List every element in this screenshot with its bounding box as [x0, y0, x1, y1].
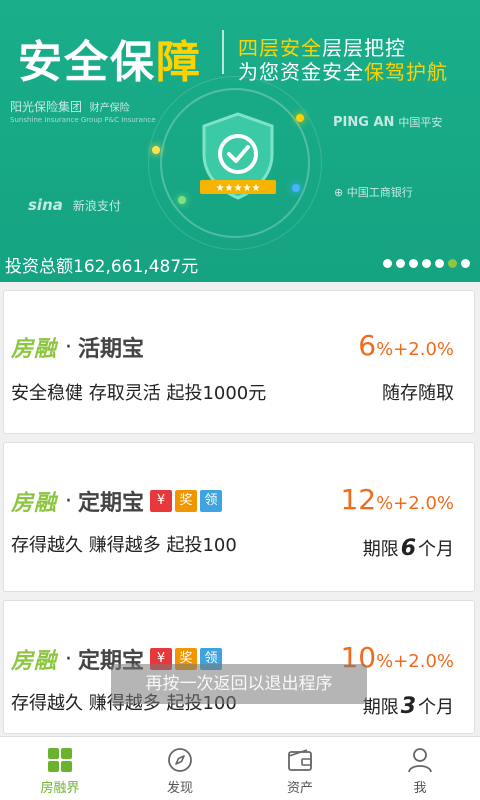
carousel-dot[interactable] [409, 259, 418, 268]
carousel-dot[interactable] [435, 259, 444, 268]
decor-glow-dot [152, 146, 160, 154]
nav-label: 发现 [166, 781, 193, 796]
product-name: 活期宝 [78, 337, 145, 362]
sina-pay-logo: sina 新浪支付 [28, 196, 121, 214]
interest-rate: 6%+2.0% [358, 329, 454, 362]
pingan-logo: PING AN 中国平安 [333, 115, 443, 130]
interest-rate: 12%+2.0% [340, 483, 454, 516]
banner-title: 安全保障 [18, 37, 202, 88]
promo-banner[interactable]: 安全保障 四层安全层层把控 为您资金安全保驾护航 阳光保险集团 财产保险 Sun… [0, 0, 480, 282]
carousel-dot[interactable] [448, 259, 457, 268]
investment-total: 投资总额162,661,487元 [5, 257, 199, 277]
nav-tab-home[interactable]: 房融界 [0, 737, 120, 800]
brand-name: 房融 [11, 649, 58, 674]
banner-divider [222, 30, 224, 74]
nav-label: 房融界 [40, 781, 80, 796]
decor-glow-dot [296, 114, 304, 122]
product-name: 定期宝 [78, 491, 145, 516]
claim-tag: 领 [200, 490, 223, 512]
product-title: 房融 · 活期宝 [11, 331, 144, 363]
nav-tab-assets[interactable]: 资产 [240, 737, 360, 800]
product-description: 存得越久 赚得越多 起投100 [11, 535, 237, 556]
decor-glow-dot [292, 184, 300, 192]
banner-slogan-line2: 为您资金安全保驾护航 [238, 60, 448, 84]
product-term: 期限6 个月 [362, 536, 454, 561]
nav-tab-discover[interactable]: 发现 [120, 737, 240, 800]
product-term: 期限3 个月 [362, 694, 454, 719]
product-title: 房融 · 定期宝 ¥ 奖 领 [11, 485, 223, 517]
nav-label: 资产 [286, 781, 313, 796]
brand-name: 房融 [11, 491, 58, 516]
exit-toast: 再按一次返回以退出程序 [111, 664, 367, 704]
compass-icon [167, 747, 193, 773]
wallet-icon [287, 747, 313, 773]
bottom-nav: 房融界 发现 资产 我 [0, 736, 480, 800]
carousel-indicator[interactable] [383, 259, 470, 268]
carousel-dot[interactable] [461, 259, 470, 268]
product-card-current[interactable]: 房融 · 活期宝 6%+2.0% 安全稳健 存取灵活 起投1000元 随存随取 [3, 290, 475, 434]
grid-icon [47, 747, 73, 773]
user-icon [407, 747, 433, 773]
carousel-dot[interactable] [383, 259, 392, 268]
nav-tab-me[interactable]: 我 [360, 737, 480, 800]
decor-glow-dot [178, 196, 186, 204]
shield-check-icon: ★★★★★ [200, 112, 276, 200]
product-term: 随存随取 [382, 383, 454, 404]
icbc-logo: ⊕ 中国工商银行 [334, 186, 413, 199]
carousel-dot[interactable] [422, 259, 431, 268]
reward-tag: 奖 [175, 490, 198, 512]
red-packet-tag: ¥ [150, 490, 173, 512]
sunshine-insurance-logo: 阳光保险集团 财产保险 Sunshine Insurance Group P&C… [10, 100, 156, 124]
product-description: 安全稳健 存取灵活 起投1000元 [11, 383, 267, 404]
product-card-fixed-6m[interactable]: 房融 · 定期宝 ¥ 奖 领 12%+2.0% 存得越久 赚得越多 起投100 … [3, 442, 475, 592]
brand-name: 房融 [11, 337, 58, 362]
svg-text:★★★★★: ★★★★★ [216, 183, 261, 194]
carousel-dot[interactable] [396, 259, 405, 268]
nav-label: 我 [413, 781, 427, 796]
